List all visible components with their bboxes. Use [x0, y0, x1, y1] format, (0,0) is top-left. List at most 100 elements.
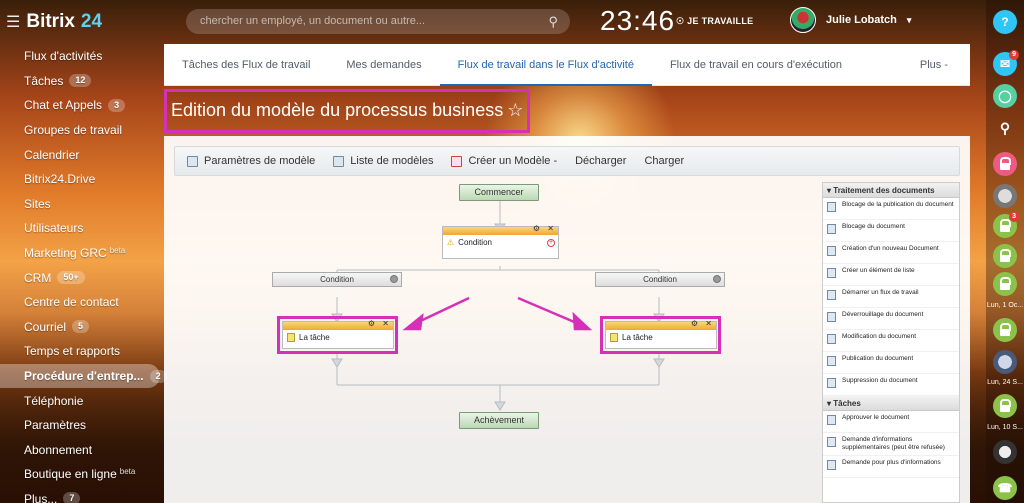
avatar[interactable]: [993, 350, 1017, 374]
lock-chat-icon[interactable]: [993, 152, 1017, 176]
activity-label: Approuver le document: [842, 414, 910, 421]
tab[interactable]: Mes demandes: [328, 44, 439, 86]
add-branch-icon[interactable]: +: [547, 239, 555, 247]
help-icon[interactable]: ?: [993, 10, 1017, 34]
template-params-button[interactable]: Paramètres de modèle: [187, 155, 315, 167]
branch-condition-right[interactable]: Condition: [595, 272, 725, 287]
activity-item[interactable]: Démarrer un flux de travail: [823, 286, 959, 308]
close-icon[interactable]: ✕: [705, 319, 712, 328]
date-label: Lun, 10 S...: [987, 424, 1023, 431]
gear-icon[interactable]: ⚙: [691, 319, 698, 328]
menu-icon[interactable]: ☰: [6, 12, 20, 32]
designer-panel: Paramètres de modèle Liste de modèles Cr…: [164, 136, 970, 503]
activity-item[interactable]: Demande pour plus d'informations: [823, 456, 959, 478]
sidebar-item[interactable]: Marketing GRC beta: [0, 241, 164, 266]
condition-block[interactable]: ⚙ ✕ ⚠ Condition +: [442, 224, 559, 259]
activity-group-header[interactable]: ▾ Tâches: [823, 396, 959, 411]
search-icon[interactable]: ⚲: [993, 116, 1017, 140]
lock-chat-icon[interactable]: [993, 318, 1017, 342]
sidebar-item[interactable]: Flux d'activités: [0, 44, 164, 69]
logo[interactable]: ☰ Bitrix 24: [6, 11, 102, 33]
sidebar-item[interactable]: CRM 50+: [0, 265, 164, 290]
phone-icon[interactable]: ☎: [993, 476, 1017, 500]
document-icon: [827, 415, 836, 425]
bell-icon[interactable]: ✉ 9: [993, 50, 1019, 76]
count-badge: 3: [108, 98, 126, 112]
search-icon[interactable]: ⚲: [548, 14, 558, 30]
activity-label: Publication du document: [842, 355, 914, 362]
unload-button[interactable]: Décharger: [575, 155, 626, 167]
activity-item[interactable]: Création d'un nouveau Document: [823, 242, 959, 264]
activity-item[interactable]: Approuver le document: [823, 411, 959, 433]
tab[interactable]: Flux de travail en cours d'exécution: [652, 44, 860, 86]
sidebar-item[interactable]: Procédure d'entrep... 2: [0, 363, 167, 389]
template-list-button[interactable]: Liste de modèles: [333, 155, 433, 167]
branch-condition-left[interactable]: Condition: [272, 272, 402, 287]
user-menu[interactable]: Julie Lobatch ▾: [790, 7, 911, 33]
document-icon: [827, 290, 836, 300]
task-activity-left[interactable]: ⚙ ✕ La tâche: [282, 319, 394, 349]
activity-item[interactable]: Publication du document: [823, 352, 959, 374]
activity-group-header[interactable]: ▾ Traitement des documents: [823, 183, 959, 198]
sidebar-item[interactable]: Temps et rapports: [0, 339, 164, 364]
activity-header[interactable]: ⚙ ✕: [443, 224, 558, 235]
telephony-icon[interactable]: ◯: [993, 84, 1017, 108]
gear-icon[interactable]: ⚙: [368, 319, 375, 328]
lock-chat-icon[interactable]: [993, 272, 1017, 296]
sidebar-item[interactable]: Bitrix24.Drive: [0, 167, 164, 192]
chevron-down-icon: ▾: [906, 14, 912, 25]
tab[interactable]: Tâches des Flux de travail: [164, 44, 328, 86]
tab[interactable]: Plus -: [902, 44, 970, 86]
search-input[interactable]: chercher un employé, un document ou autr…: [186, 9, 570, 34]
sidebar-item[interactable]: Courriel 5: [0, 315, 164, 340]
activity-item[interactable]: Blocage du document: [823, 220, 959, 242]
sidebar-item-label: Calendrier: [24, 147, 80, 162]
task-activity-right[interactable]: ⚙ ✕ La tâche: [605, 319, 717, 349]
sidebar-item-label: Tâches: [24, 73, 64, 88]
count-badge: 5: [72, 320, 90, 334]
avatar[interactable]: [993, 184, 1017, 208]
sidebar-item[interactable]: Groupes de travail: [0, 118, 164, 143]
start-node[interactable]: Commencer: [459, 184, 539, 201]
avatar[interactable]: [790, 7, 816, 33]
gear-icon[interactable]: [713, 275, 721, 283]
sidebar-item[interactable]: Utilisateurs: [0, 216, 164, 241]
sidebar-item[interactable]: Paramètres: [0, 413, 164, 438]
gear-icon[interactable]: ⚙: [533, 224, 540, 233]
sidebar-item-label: Sites: [24, 196, 51, 211]
sidebar-item[interactable]: Sites: [0, 192, 164, 217]
activity-item[interactable]: Blocage de la publication du document: [823, 198, 959, 220]
end-node[interactable]: Achèvement: [459, 412, 539, 429]
sidebar-item[interactable]: Boutique en ligne beta: [0, 462, 164, 487]
avatar[interactable]: [993, 440, 1017, 464]
create-template-button[interactable]: Créer un Modèle -: [451, 155, 557, 167]
sidebar-item[interactable]: Calendrier: [0, 142, 164, 167]
user-name: Julie Lobatch: [826, 14, 897, 26]
workflow-canvas[interactable]: Commencer ⚙ ✕ ⚠ Condition + Condition Con…: [164, 184, 814, 503]
lock-chat-icon[interactable]: 3: [993, 212, 1019, 238]
sidebar-item[interactable]: Chat et Appels 3: [0, 93, 164, 118]
activity-item[interactable]: Demande d'informations supplémentaires (…: [823, 433, 959, 456]
sidebar-item[interactable]: Téléphonie: [0, 388, 164, 413]
close-icon[interactable]: ✕: [382, 319, 389, 328]
close-icon[interactable]: ✕: [547, 224, 554, 233]
load-button[interactable]: Charger: [644, 155, 684, 167]
activity-item[interactable]: Créer un élément de liste: [823, 264, 959, 286]
sidebar-item[interactable]: Tâches 12: [0, 69, 164, 94]
gear-icon[interactable]: [390, 275, 398, 283]
activity-item[interactable]: Suppression du document: [823, 374, 959, 396]
lock-chat-icon[interactable]: [993, 244, 1017, 268]
activity-item[interactable]: Modification du document: [823, 330, 959, 352]
sidebar-item-label: Chat et Appels: [24, 98, 103, 113]
tab[interactable]: Flux de travail dans le Flux d'activité: [439, 44, 652, 86]
sidebar-item[interactable]: Centre de contact: [0, 290, 164, 315]
work-status[interactable]: ☉ JE TRAVAILLE: [676, 16, 753, 27]
sidebar-item-label: Temps et rapports: [24, 344, 121, 359]
star-icon[interactable]: ☆: [507, 100, 523, 120]
page-title: Edition du modèle du processus business ☆: [164, 89, 530, 133]
activity-item[interactable]: Déverrouillage du document: [823, 308, 959, 330]
lock-chat-icon[interactable]: [993, 394, 1017, 418]
task-icon: [287, 333, 295, 342]
sidebar-item[interactable]: Abonnement: [0, 438, 164, 463]
sidebar-item[interactable]: Plus... 7: [0, 487, 164, 503]
